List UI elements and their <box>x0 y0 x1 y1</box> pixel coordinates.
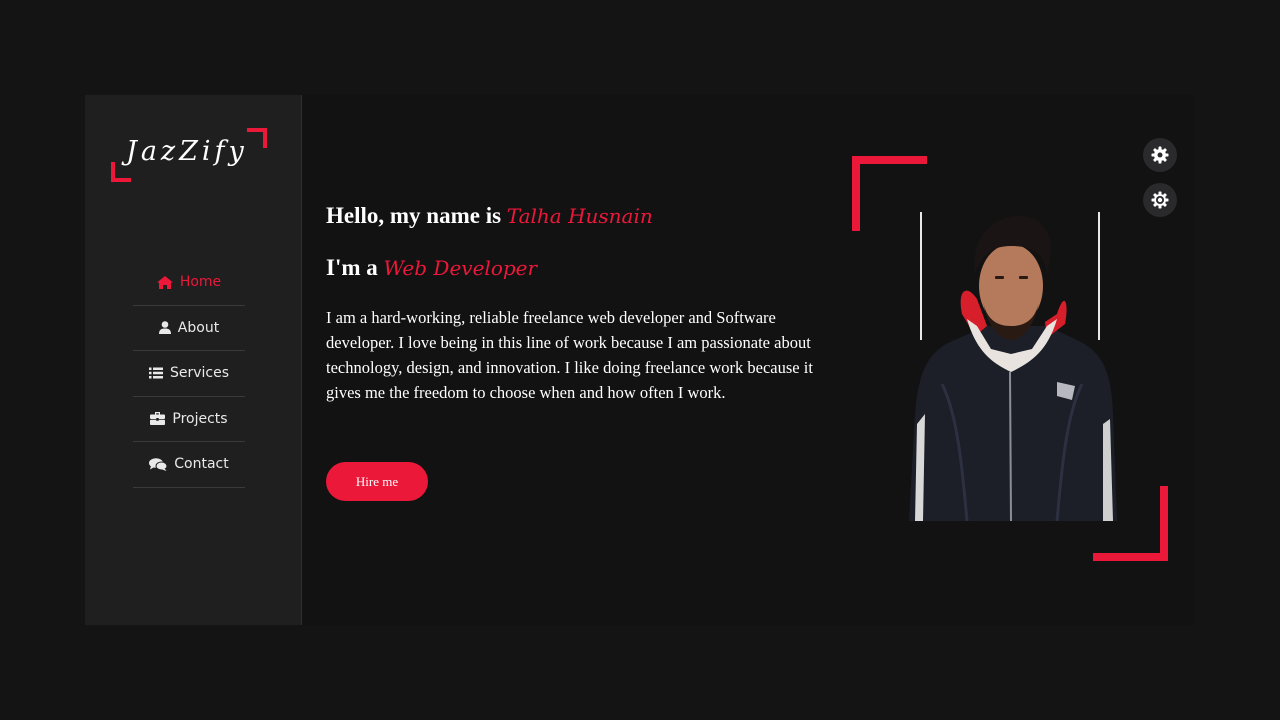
nav-item-label: Contact <box>174 456 229 473</box>
logo-text: JazZify <box>126 136 248 167</box>
briefcase-icon <box>150 412 166 426</box>
greeting-heading: Hello, my name is Talha Husnain <box>326 203 653 229</box>
hire-me-button[interactable]: Hire me <box>326 462 428 501</box>
nav-menu: Home About Services Projects Contact <box>133 260 245 488</box>
nav-item-label: Home <box>179 274 222 291</box>
role-prefix: I'm a <box>326 255 384 280</box>
nav-item-label: Services <box>169 365 230 382</box>
theme-gear-icon <box>1151 191 1169 209</box>
hero-section: Hello, my name is Talha Husnain I'm a We… <box>326 95 836 625</box>
bio-text: I am a hard-working, reliable freelance … <box>326 308 813 402</box>
app-frame: JazZify Home About Services Projects Con… <box>85 95 1195 625</box>
logo[interactable]: JazZify <box>111 128 267 182</box>
role-title: Web Developer <box>383 256 538 280</box>
nav-item-contact[interactable]: Contact <box>133 442 245 488</box>
theme-toggle-button[interactable] <box>1143 183 1177 217</box>
comments-icon <box>149 457 168 471</box>
home-icon <box>156 275 173 289</box>
nav-item-home[interactable]: Home <box>133 260 245 306</box>
settings-toggle-button[interactable] <box>1143 138 1177 172</box>
nav-item-projects[interactable]: Projects <box>133 397 245 442</box>
greeting-prefix: Hello, my name is <box>326 203 507 228</box>
settings-panel <box>1143 138 1177 228</box>
list-icon <box>148 367 163 379</box>
profile-photo <box>909 215 1117 521</box>
user-icon <box>158 321 171 335</box>
cog-icon <box>1151 146 1169 164</box>
nav-item-about[interactable]: About <box>133 306 245 351</box>
owner-name: Talha Husnain <box>506 204 653 228</box>
nav-item-services[interactable]: Services <box>133 351 245 397</box>
role-heading: I'm a Web Developer <box>326 255 537 281</box>
logo-corner-top-right <box>247 128 267 148</box>
profile-photo-area <box>852 156 1172 561</box>
nav-item-label: About <box>177 319 220 336</box>
nav-item-label: Projects <box>172 410 228 427</box>
sidebar: JazZify Home About Services Projects Con… <box>85 95 302 625</box>
